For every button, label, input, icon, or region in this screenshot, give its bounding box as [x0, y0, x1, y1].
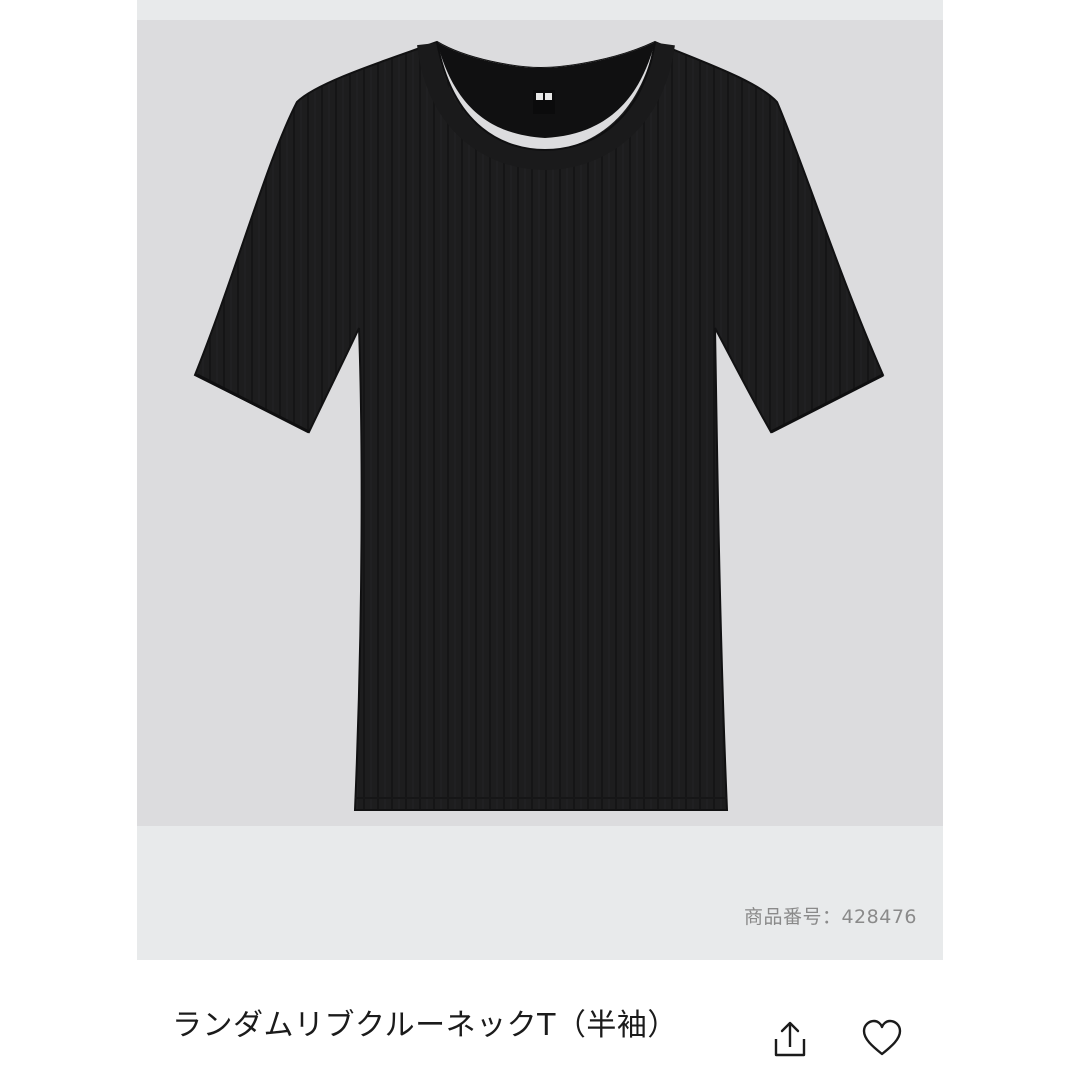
tshirt-illustration: [193, 40, 885, 811]
favorite-button[interactable]: [860, 1017, 904, 1061]
product-title: ランダムリブクルーネックT（半袖）: [172, 1008, 678, 1043]
product-image[interactable]: [137, 20, 943, 826]
share-button[interactable]: [768, 1017, 812, 1061]
product-gallery: 商品番号：428476: [137, 0, 943, 960]
product-code: 商品番号：428476: [743, 906, 917, 928]
share-icon: [774, 1021, 806, 1057]
product-page: 商品番号：428476 ランダムリブクルーネックT（半袖）: [0, 0, 1080, 1080]
heart-icon: [862, 1019, 902, 1056]
